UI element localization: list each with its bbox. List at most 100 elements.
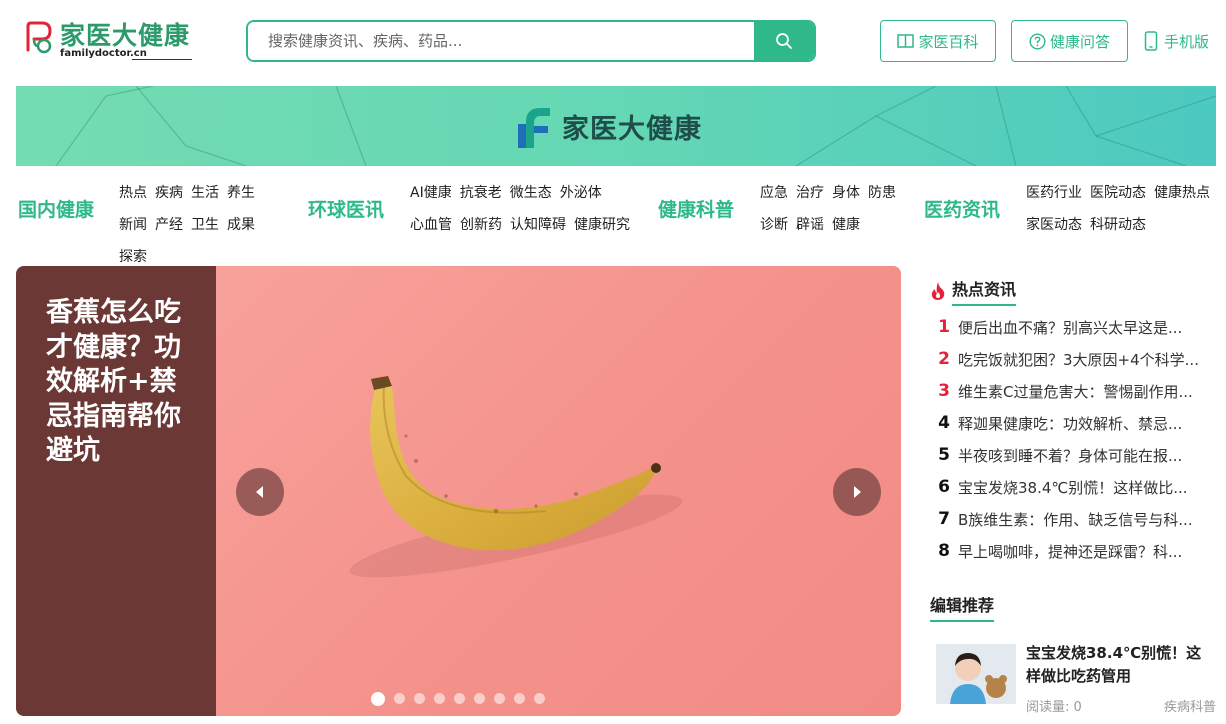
logo-underline: [132, 58, 192, 60]
search-bar: [246, 20, 816, 62]
category-link[interactable]: 健康热点: [1154, 177, 1210, 209]
wenda-button[interactable]: 健康问答: [1011, 20, 1128, 62]
editor-pick-meta: 阅读量: 0 疾病科普: [1026, 696, 1216, 715]
carousel-dot[interactable]: [454, 693, 465, 704]
category-title-global[interactable]: 环球医讯: [308, 195, 384, 222]
hot-news-title: 热点资讯: [952, 276, 1017, 306]
category-link[interactable]: 心血管: [410, 209, 452, 241]
carousel-dot[interactable]: [434, 693, 445, 704]
rank-number: 4: [938, 413, 950, 433]
mobile-version-link[interactable]: 手机版: [1144, 20, 1209, 62]
carousel-dot[interactable]: [371, 692, 385, 706]
carousel-dot[interactable]: [514, 693, 525, 704]
banana-photo[interactable]: [216, 266, 901, 716]
category-link[interactable]: 医药行业: [1026, 177, 1082, 209]
news-link[interactable]: 宝宝发烧38.4℃别慌！这样做比...: [958, 477, 1208, 498]
carousel-dot[interactable]: [394, 693, 405, 704]
carousel-dot[interactable]: [534, 693, 545, 704]
editor-pick-thumbnail[interactable]: [936, 644, 1016, 704]
category-title-domestic[interactable]: 国内健康: [18, 195, 94, 222]
carousel-caption[interactable]: 香蕉怎么吃才健康？功效解析+禁忌指南帮你避坑: [46, 296, 196, 469]
category-link[interactable]: 生活: [191, 177, 219, 209]
baike-button[interactable]: 家医百科: [880, 20, 996, 62]
baike-label: 家医百科: [918, 32, 979, 51]
category-link[interactable]: 应急: [760, 177, 788, 209]
category-link[interactable]: 身体: [832, 177, 860, 209]
banner-brand-text: 家医大健康: [562, 113, 702, 145]
category-links-pharma: 医药行业 医院动态 健康热点 家医动态 科研动态: [1026, 177, 1224, 241]
category-link[interactable]: 医院动态: [1090, 177, 1146, 209]
news-link[interactable]: 早上喝咖啡，提神还是踩雷？科...: [958, 541, 1208, 562]
list-item[interactable]: 5 半夜咳到睡不着？身体可能在报...: [930, 439, 1215, 471]
carousel-dot[interactable]: [494, 693, 505, 704]
child-photo-illustration: [936, 644, 1016, 704]
category-link[interactable]: 治疗: [796, 177, 824, 209]
category-link[interactable]: 新闻: [119, 209, 147, 241]
phone-icon: [1144, 31, 1158, 51]
wenda-label: 健康问答: [1049, 32, 1110, 51]
news-link[interactable]: 维生素C过量危害大：警惕副作用...: [958, 381, 1208, 402]
search-input[interactable]: [248, 22, 754, 60]
brand-banner[interactable]: 家医大健康: [16, 86, 1216, 166]
category-link[interactable]: 养生: [227, 177, 255, 209]
question-icon: [1029, 32, 1046, 50]
category-links-global: AI健康 抗衰老 微生态 外泌体 心血管 创新药 认知障碍 健康研究: [410, 177, 645, 241]
category-link[interactable]: 疾病: [155, 177, 183, 209]
category-link[interactable]: 外泌体: [560, 177, 602, 209]
list-item[interactable]: 8 早上喝咖啡，提神还是踩雷？科...: [930, 535, 1215, 567]
hot-news-header: 热点资讯: [930, 276, 1017, 306]
news-link[interactable]: 吃完饭就犯困？3大原因+4个科学...: [958, 349, 1208, 370]
site-logo[interactable]: 家医大健康 familydoctor.cn: [22, 14, 197, 64]
carousel-dot[interactable]: [474, 693, 485, 704]
category-link[interactable]: 健康研究: [574, 209, 630, 241]
category-link[interactable]: 微生态: [510, 177, 552, 209]
news-link[interactable]: B族维生素：作用、缺乏信号与科...: [958, 509, 1208, 530]
site-header: 家医大健康 familydoctor.cn 家医百科 健康问答: [0, 0, 1226, 82]
banner-brand: 家医大健康: [516, 102, 702, 150]
read-count: 阅读量: 0: [1026, 700, 1082, 715]
list-item[interactable]: 6 宝宝发烧38.4℃别慌！这样做比...: [930, 471, 1215, 503]
category-link[interactable]: 科研动态: [1090, 209, 1146, 241]
category-link[interactable]: 产经: [155, 209, 183, 241]
brand-f-icon: [518, 108, 550, 148]
fire-icon: [931, 282, 945, 300]
category-link[interactable]: 卫生: [191, 209, 219, 241]
category-title-pharma[interactable]: 医药资讯: [924, 195, 1000, 222]
carousel-prev-button[interactable]: [236, 468, 284, 516]
rank-number: 3: [938, 381, 950, 401]
editor-pick-card[interactable]: 宝宝发烧38.4℃别慌！这样做比吃药管用 阅读量: 0 疾病科普: [936, 642, 1216, 724]
rank-number: 5: [938, 445, 950, 465]
category-link[interactable]: 认知障碍: [510, 209, 566, 241]
category-link[interactable]: 诊断: [760, 209, 788, 241]
news-link[interactable]: 半夜咳到睡不着？身体可能在报...: [958, 445, 1208, 466]
hot-news-list: 1 便后出血不痛？别高兴太早这是... 2 吃完饭就犯困？3大原因+4个科学... …: [930, 311, 1215, 567]
family-doctor-logo-icon: [26, 21, 52, 54]
category-link[interactable]: AI健康: [410, 177, 452, 209]
list-item[interactable]: 3 维生素C过量危害大：警惕副作用...: [930, 375, 1215, 407]
carousel-dot[interactable]: [414, 693, 425, 704]
list-item[interactable]: 4 释迦果健康吃：功效解析、禁忌...: [930, 407, 1215, 439]
category-link[interactable]: 辟谣: [796, 209, 824, 241]
news-link[interactable]: 便后出血不痛？别高兴太早这是...: [958, 317, 1208, 338]
editor-pick-headline[interactable]: 宝宝发烧38.4℃别慌！这样做比吃药管用: [1026, 642, 1206, 688]
category-title-science[interactable]: 健康科普: [658, 195, 734, 222]
category-link[interactable]: 防患: [868, 177, 896, 209]
news-link[interactable]: 释迦果健康吃：功效解析、禁忌...: [958, 413, 1208, 434]
chevron-left-icon: [256, 486, 263, 498]
list-item[interactable]: 2 吃完饭就犯困？3大原因+4个科学...: [930, 343, 1215, 375]
category-link[interactable]: 热点: [119, 177, 147, 209]
logo-text: 家医大健康: [60, 21, 191, 50]
category-link[interactable]: 创新药: [460, 209, 502, 241]
hero-carousel[interactable]: 香蕉怎么吃才健康？功效解析+禁忌指南帮你避坑: [16, 266, 901, 716]
category-link[interactable]: 家医动态: [1026, 209, 1082, 241]
list-item[interactable]: 1 便后出血不痛？别高兴太早这是...: [930, 311, 1215, 343]
editor-picks-title: 编辑推荐: [930, 592, 995, 622]
chevron-right-icon: [854, 486, 861, 498]
search-button[interactable]: [754, 22, 814, 60]
category-link[interactable]: 抗衰老: [460, 177, 502, 209]
list-item[interactable]: 7 B族维生素：作用、缺乏信号与科...: [930, 503, 1215, 535]
category-link[interactable]: 成果: [227, 209, 255, 241]
category-tag[interactable]: 疾病科普: [1164, 696, 1216, 715]
category-link[interactable]: 健康: [832, 209, 860, 241]
carousel-next-button[interactable]: [833, 468, 881, 516]
